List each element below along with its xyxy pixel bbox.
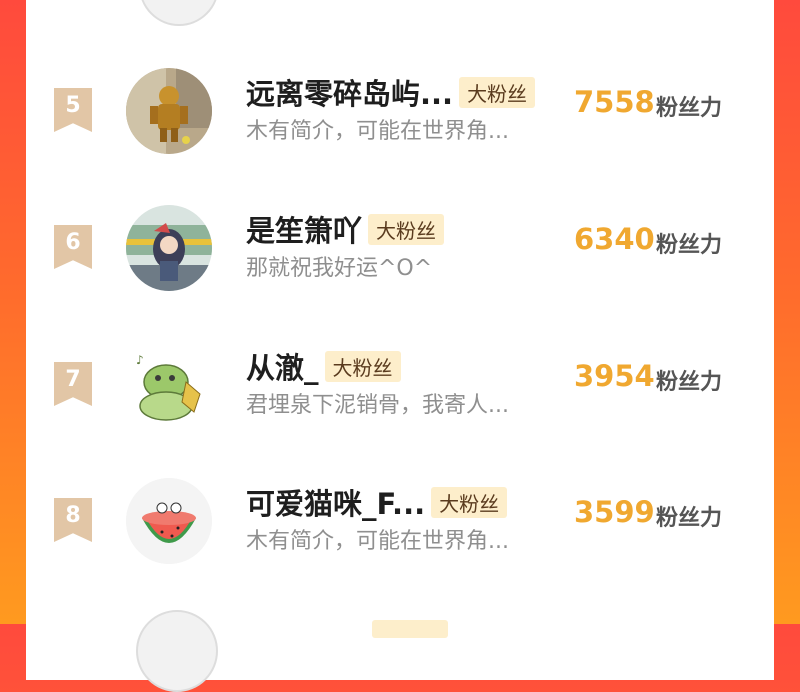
svg-text:♪: ♪ [136,353,144,367]
user-bio: 木有简介，可能在世界角... [246,529,509,554]
user-bio: 那就祝我好运^O^ [246,256,433,281]
fan-power-label: 粉丝力 [656,96,723,121]
fan-power-score: 6340 [574,222,655,256]
user-name-text: 从澈_ [246,351,319,385]
fan-power-score: 3954 [574,359,655,393]
fan-power-score: 3599 [574,495,655,529]
fan-power-score: 7558 [574,85,655,119]
gold-robot-figure-avatar-icon [126,68,212,154]
fan-power-label: 粉丝力 [656,506,723,531]
user-name[interactable]: 可爱猫咪_F... 大粉丝 [246,481,508,523]
user-name[interactable]: 从澈_ 大粉丝 [246,345,401,387]
watermelon-bowl-avatar-icon [126,478,212,564]
user-name[interactable]: 是笙箫吖 大粉丝 [246,208,445,250]
user-name-text: 是笙箫吖 [246,214,363,248]
rank-badge: 7 [54,362,92,406]
fan-level-badge: 大粉丝 [324,351,401,382]
user-name-text: 可爱猫咪_F... [246,487,426,521]
avatar[interactable] [126,478,212,564]
fan-power-label: 粉丝力 [656,370,723,395]
list-item[interactable]: 8 可爱猫咪_F... 大粉丝 木有简介，可能在世界角... 3599 粉丝力 [26,473,774,583]
avatar[interactable]: ♪ [126,342,212,428]
list-item[interactable]: 6 是笙箫吖 大粉丝 那就祝我好运^O^ 6340 粉丝力 [26,200,774,310]
avatar[interactable] [126,205,212,291]
user-bio: 君埋泉下泥销骨，我寄人... [246,393,509,418]
list-item[interactable]: 5 远离零碎岛屿... 大粉丝 木有简介，可能在世界角... 7558 粉丝力 [26,63,774,173]
user-name-text: 远离零碎岛屿... [246,77,454,111]
green-frog-cartoon-avatar-icon: ♪ [126,342,212,428]
fan-power-label: 粉丝力 [656,233,723,258]
anime-character-avatar-icon [126,205,212,291]
rank-badge: 5 [54,88,92,132]
avatar[interactable] [139,0,219,26]
fan-level-badge: 大粉丝 [431,487,508,518]
fan-level-badge [372,620,448,638]
user-bio: 木有简介，可能在世界角... [246,119,509,144]
fan-level-badge: 大粉丝 [459,77,536,108]
avatar[interactable] [126,68,212,154]
avatar[interactable] [136,610,218,692]
fan-level-badge: 大粉丝 [368,214,445,245]
rank-badge: 6 [54,225,92,269]
fan-ranking-card: 5 远离零碎岛屿... 大粉丝 木有简介，可能在世界角... 7558 粉丝力 6 [26,0,774,692]
list-item[interactable]: 7 ♪ 从澈_ 大粉丝 君埋泉下泥销骨，我寄人... 3954 粉丝力 [26,337,774,447]
user-name[interactable]: 远离零碎岛屿... 大粉丝 [246,71,536,113]
rank-badge: 8 [54,498,92,542]
